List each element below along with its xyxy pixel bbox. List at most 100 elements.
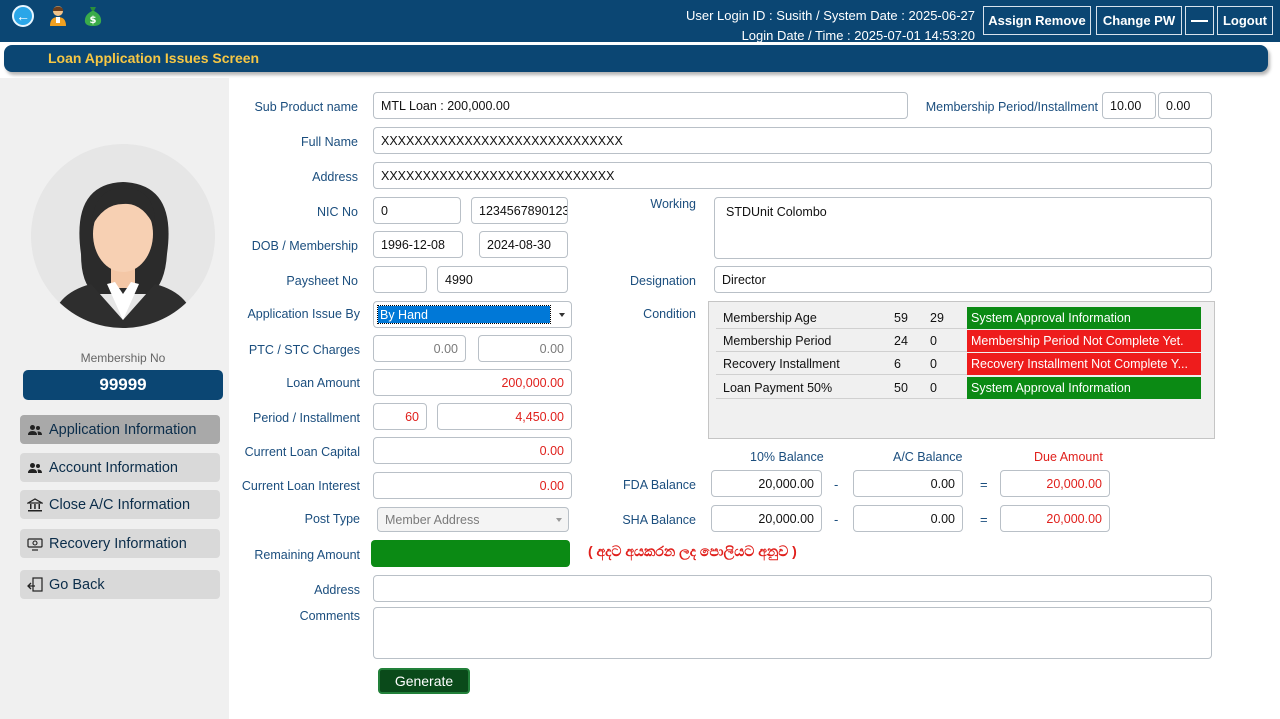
status-badge: System Approval Information — [967, 377, 1201, 399]
current-loan-interest-label: Current Loan Interest — [241, 479, 360, 493]
period-installment-label: Period / Installment — [253, 411, 360, 425]
application-issue-by-label: Application Issue By — [247, 307, 360, 321]
current-loan-interest-field[interactable]: 0.00 — [373, 472, 572, 499]
designation-label: Designation — [629, 274, 696, 288]
sub-product-label: Sub Product name — [254, 100, 358, 114]
condition-value-a: 50 — [894, 381, 908, 395]
sidebar: Membership No 99999 Application Informat… — [0, 78, 229, 719]
status-badge: Membership Period Not Complete Yet. — [967, 330, 1201, 352]
post-type-value: Member Address — [385, 512, 480, 527]
application-issue-by-select[interactable]: By Hand — [373, 301, 572, 328]
sidebar-item-account-information[interactable]: Account Information — [20, 453, 220, 482]
ptc-field[interactable]: 0.00 — [373, 335, 466, 362]
ten-percent-balance-header: 10% Balance — [750, 450, 824, 464]
ac-balance-header: A/C Balance — [893, 450, 963, 464]
address2-field[interactable] — [373, 575, 1212, 602]
post-type-select[interactable]: Member Address — [377, 507, 569, 532]
change-pw-button[interactable]: Change PW — [1096, 6, 1182, 35]
current-loan-capital-field[interactable]: 0.00 — [373, 437, 572, 464]
paysheet-field-1[interactable] — [373, 266, 427, 293]
condition-value-b: 0 — [930, 357, 937, 371]
sub-product-field[interactable]: MTL Loan : 200,000.00 — [373, 92, 908, 119]
fda-due-field[interactable]: 20,000.00 — [1000, 470, 1110, 497]
comments-label: Comments — [299, 609, 360, 623]
address-field[interactable]: XXXXXXXXXXXXXXXXXXXXXXXXXXXX — [373, 162, 1212, 189]
paysheet-label: Paysheet No — [286, 274, 358, 288]
full-name-field[interactable]: XXXXXXXXXXXXXXXXXXXXXXXXXXXXX — [373, 127, 1212, 154]
sidebar-item-label: Application Information — [49, 421, 197, 438]
back-arrow-icon[interactable]: ← — [12, 5, 34, 27]
membership-no-label: Membership No — [80, 351, 166, 365]
ptc-stc-label: PTC / STC Charges — [248, 343, 360, 357]
sha-due-field[interactable]: 20,000.00 — [1000, 505, 1110, 532]
sha-ac-balance-field[interactable]: 0.00 — [853, 505, 963, 532]
post-type-label: Post Type — [304, 512, 360, 526]
minus-operator: - — [834, 477, 839, 492]
loan-amount-field[interactable]: 200,000.00 — [373, 369, 572, 396]
dob-field[interactable]: 1996-12-08 — [373, 231, 463, 258]
user-login-info: User Login ID : Susith / System Date : 2… — [686, 6, 975, 46]
remaining-amount-field — [371, 540, 570, 567]
remaining-amount-label: Remaining Amount — [254, 548, 360, 562]
interest-note: ( අදට අයකරන ලද පොලියට අනුව ) — [588, 543, 797, 559]
sidebar-item-label: Account Information — [49, 459, 178, 476]
avatar — [31, 144, 215, 328]
membership-date-field[interactable]: 2024-08-30 — [479, 231, 568, 258]
sidebar-item-application-information[interactable]: Application Information — [20, 415, 220, 444]
fda-ac-balance-field[interactable]: 0.00 — [853, 470, 963, 497]
minus-operator: - — [834, 512, 839, 527]
condition-label: Condition — [643, 307, 696, 321]
selected-option: By Hand — [377, 305, 551, 324]
sidebar-item-label: Go Back — [49, 576, 105, 593]
condition-value-a: 59 — [894, 311, 908, 325]
fda-balance-label: FDA Balance — [623, 478, 696, 492]
sidebar-item-close-ac-information[interactable]: Close A/C Information — [20, 490, 220, 519]
condition-value-a: 6 — [894, 357, 901, 371]
go-back-icon — [26, 576, 44, 594]
period-field[interactable]: 60 — [373, 403, 427, 430]
condition-table: Membership Age 59 29 System Approval Inf… — [708, 301, 1215, 439]
table-row: Loan Payment 50% 50 0 System Approval In… — [716, 377, 1201, 399]
membership-installment-field[interactable]: 0.00 — [1158, 92, 1212, 119]
recovery-icon — [26, 535, 44, 553]
condition-value-b: 0 — [930, 334, 937, 348]
condition-value-b: 0 — [930, 381, 937, 395]
nic-field-2[interactable]: 123456789012345 — [471, 197, 568, 224]
user-icon[interactable] — [47, 5, 69, 27]
designation-field[interactable]: Director — [714, 266, 1212, 293]
paysheet-field-2[interactable]: 4990 — [437, 266, 568, 293]
comments-field[interactable] — [373, 607, 1212, 659]
status-badge: System Approval Information — [967, 307, 1201, 329]
users-icon — [26, 459, 44, 477]
equals-operator: = — [980, 477, 988, 492]
stc-field[interactable]: 0.00 — [478, 335, 572, 362]
installment-field[interactable]: 4,450.00 — [437, 403, 572, 430]
screen-title-bar: Loan Application Issues Screen — [4, 45, 1268, 72]
nic-field-1[interactable]: 0 — [373, 197, 461, 224]
condition-name: Membership Period — [723, 334, 832, 348]
table-row: Membership Age 59 29 System Approval Inf… — [716, 307, 1201, 329]
loan-amount-label: Loan Amount — [286, 376, 360, 390]
money-bag-icon[interactable]: $ — [82, 5, 104, 27]
fda-ten-percent-field[interactable]: 20,000.00 — [711, 470, 822, 497]
minimize-button[interactable] — [1185, 6, 1214, 35]
working-label: Working — [650, 197, 696, 211]
sidebar-item-label: Recovery Information — [49, 535, 187, 552]
logout-button[interactable]: Logout — [1217, 6, 1273, 35]
condition-value-b: 29 — [930, 311, 944, 325]
membership-period-field[interactable]: 10.00 — [1102, 92, 1156, 119]
bank-icon — [26, 496, 44, 514]
table-row: Membership Period 24 0 Membership Period… — [716, 330, 1201, 352]
sidebar-item-go-back[interactable]: Go Back — [20, 570, 220, 599]
address-label: Address — [312, 170, 358, 184]
working-field[interactable]: STDUnit Colombo — [714, 197, 1212, 259]
sidebar-item-label: Close A/C Information — [49, 496, 191, 513]
condition-name: Membership Age — [723, 311, 817, 325]
generate-button[interactable]: Generate — [378, 668, 470, 694]
assign-remove-button[interactable]: Assign Remove — [983, 6, 1091, 35]
dob-membership-label: DOB / Membership — [251, 239, 358, 253]
chevron-down-icon[interactable] — [556, 518, 562, 522]
chevron-down-icon[interactable] — [559, 313, 565, 317]
sha-ten-percent-field[interactable]: 20,000.00 — [711, 505, 822, 532]
sidebar-item-recovery-information[interactable]: Recovery Information — [20, 529, 220, 558]
